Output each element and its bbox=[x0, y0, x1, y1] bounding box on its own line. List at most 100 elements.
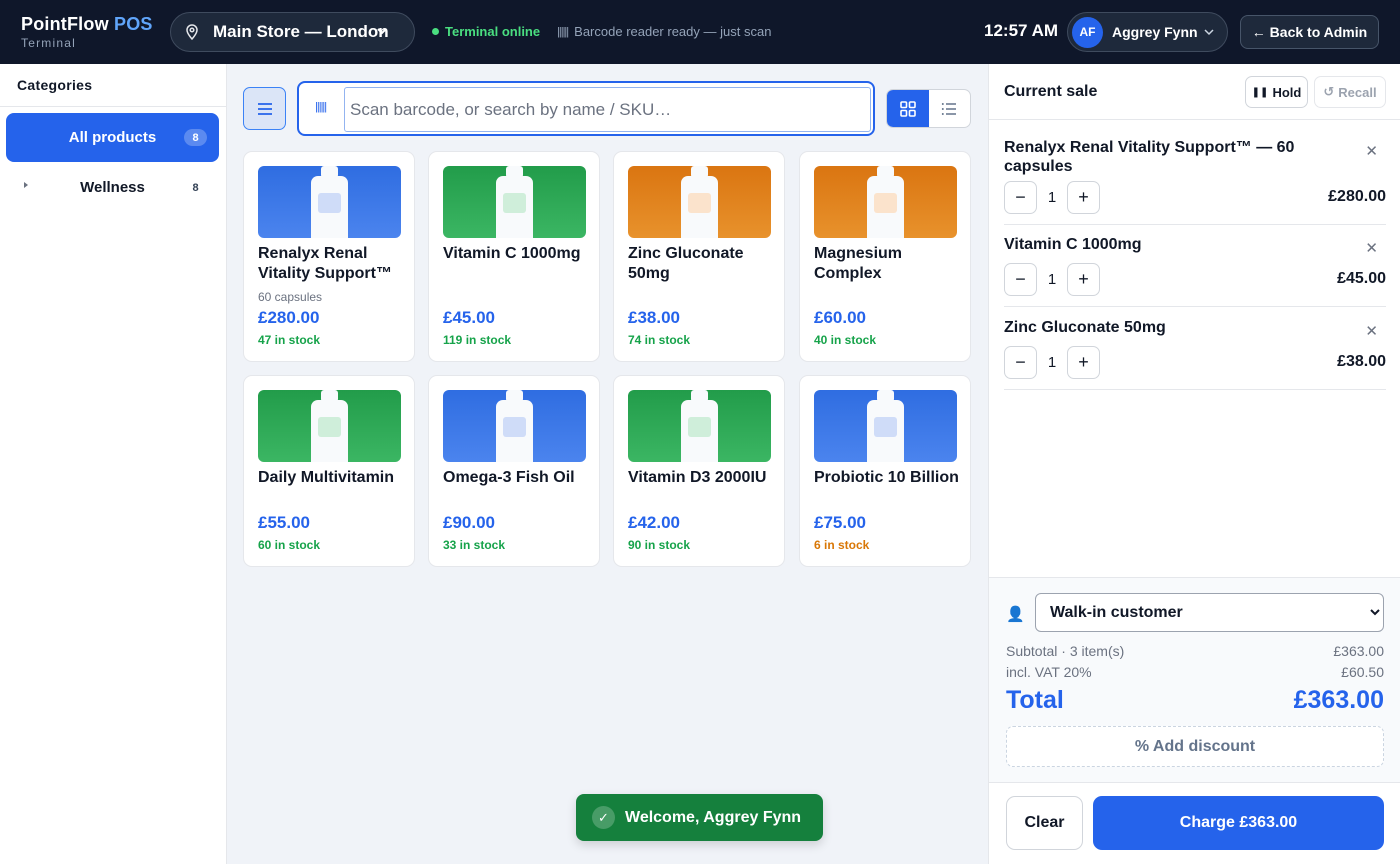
sidebar-item-all-products[interactable]: All products 8 bbox=[6, 113, 219, 162]
product-stock: 74 in stock bbox=[628, 333, 691, 347]
remove-item-icon[interactable]: ✕ bbox=[1365, 239, 1378, 257]
store-name: Main Store — London bbox=[213, 22, 389, 41]
product-price: £280.00 bbox=[258, 308, 320, 327]
cart-line-name: Renalyx Renal Vitality Support™ — 60 cap… bbox=[1004, 139, 1295, 175]
sidebar-item-wellness[interactable]: Wellness 8 bbox=[6, 163, 219, 212]
brand-subtitle: Terminal bbox=[21, 36, 76, 50]
clear-button[interactable]: Clear bbox=[1006, 796, 1083, 850]
product-image bbox=[628, 390, 771, 462]
welcome-toast: ✓ Welcome, Aggrey Fynn bbox=[576, 794, 823, 841]
product-price: £45.00 bbox=[443, 308, 495, 327]
total-label: Total bbox=[1006, 686, 1064, 714]
product-name: Daily Multivitamin bbox=[258, 469, 395, 486]
product-name: Zinc Gluconate 50mg bbox=[628, 245, 744, 282]
quantity-value: 1 bbox=[1047, 271, 1057, 288]
caret-right-icon[interactable] bbox=[24, 182, 28, 188]
product-image bbox=[814, 390, 957, 462]
product-subtitle: 60 capsules bbox=[258, 290, 323, 304]
user-menu[interactable]: AF Aggrey Fynn bbox=[1067, 12, 1228, 52]
add-discount-button[interactable]: % Add discount bbox=[1006, 726, 1384, 767]
bottle-label bbox=[688, 193, 711, 213]
check-icon: ✓ bbox=[592, 806, 615, 829]
increase-button[interactable]: + bbox=[1067, 263, 1100, 296]
cart-line-price: £45.00 bbox=[1337, 270, 1386, 287]
bottle-cap bbox=[877, 166, 894, 178]
bottle-icon bbox=[681, 390, 718, 462]
bottle-cap bbox=[321, 166, 338, 178]
product-image bbox=[628, 166, 771, 238]
product-stock: 90 in stock bbox=[628, 538, 691, 552]
increase-button[interactable]: + bbox=[1067, 346, 1100, 379]
chevron-down-icon bbox=[1204, 29, 1214, 36]
status-dot-icon bbox=[432, 28, 439, 35]
increase-button[interactable]: + bbox=[1067, 181, 1100, 214]
product-card[interactable]: Omega-3 Fish Oil £90.00 33 in stock bbox=[428, 375, 600, 567]
search-box: |||||| bbox=[297, 81, 875, 136]
product-image bbox=[258, 390, 401, 462]
bottle-cap bbox=[321, 390, 338, 402]
bottle-cap bbox=[506, 166, 523, 178]
bottle-icon bbox=[867, 390, 904, 462]
product-card[interactable]: Vitamin D3 2000IU £42.00 90 in stock bbox=[613, 375, 785, 567]
hold-button[interactable]: ❚❚ Hold bbox=[1245, 76, 1308, 108]
product-stock: 47 in stock bbox=[258, 333, 321, 347]
cart-line: Zinc Gluconate 50mg ✕ − 1 + £38.00 bbox=[1004, 318, 1386, 390]
product-name: Omega-3 Fish Oil bbox=[443, 469, 575, 486]
decrease-button[interactable]: − bbox=[1004, 263, 1037, 296]
decrease-button[interactable]: − bbox=[1004, 346, 1037, 379]
bottle-icon bbox=[681, 166, 718, 238]
bottle-label bbox=[688, 417, 711, 437]
cart-summary: 👤 Walk-in customer Subtotal · 3 item(s) … bbox=[989, 577, 1400, 782]
product-price: £60.00 bbox=[814, 308, 866, 327]
quantity-value: 1 bbox=[1047, 354, 1057, 371]
product-card[interactable]: Daily Multivitamin £55.00 60 in stock bbox=[243, 375, 415, 567]
cart-title: Current sale bbox=[1004, 83, 1098, 100]
customer-select[interactable]: Walk-in customer bbox=[1035, 593, 1384, 632]
grid-view-button[interactable] bbox=[887, 90, 929, 127]
remove-item-icon[interactable]: ✕ bbox=[1365, 142, 1378, 160]
charge-button[interactable]: Charge £363.00 bbox=[1093, 796, 1384, 850]
cart-panel: Current sale ❚❚ Hold ↺ Recall Renalyx Rena… bbox=[988, 64, 1400, 864]
product-stock: 33 in stock bbox=[443, 538, 506, 552]
subtotal-value: £363.00 bbox=[1333, 643, 1384, 659]
list-view-button[interactable] bbox=[929, 90, 971, 127]
location-pin-icon bbox=[186, 24, 198, 40]
product-card[interactable]: Probiotic 10 Billion £75.00 6 in stock bbox=[799, 375, 971, 567]
product-stock: 60 in stock bbox=[258, 538, 321, 552]
product-price: £90.00 bbox=[443, 513, 495, 532]
toast-message: Welcome, Aggrey Fynn bbox=[625, 808, 802, 826]
cart-line-name: Zinc Gluconate 50mg bbox=[1004, 319, 1166, 336]
quantity-value: 1 bbox=[1047, 189, 1057, 206]
brand-name: PointFlow POS bbox=[21, 14, 153, 34]
product-card[interactable]: Vitamin C 1000mg £45.00 119 in stock bbox=[428, 151, 600, 362]
bottle-cap bbox=[506, 390, 523, 402]
menu-toggle-button[interactable] bbox=[243, 87, 286, 130]
barcode-icon: |||||| bbox=[557, 25, 569, 38]
bottle-cap bbox=[691, 390, 708, 402]
remove-item-icon[interactable]: ✕ bbox=[1365, 322, 1378, 340]
product-price: £38.00 bbox=[628, 308, 680, 327]
cart-line: Vitamin C 1000mg ✕ − 1 + £45.00 bbox=[1004, 235, 1386, 307]
top-bar: PointFlow POS Terminal Main Store — Lond… bbox=[0, 0, 1400, 64]
bottle-cap bbox=[877, 390, 894, 402]
terminal-status: Terminal online bbox=[432, 24, 540, 39]
barcode-icon: |||||| bbox=[315, 101, 327, 113]
store-selector[interactable]: Main Store — London bbox=[170, 12, 415, 52]
barcode-status: |||||| Barcode reader ready — just scan bbox=[557, 24, 772, 39]
bottle-icon bbox=[311, 166, 348, 238]
recall-button[interactable]: ↺ Recall bbox=[1314, 76, 1386, 108]
product-card[interactable]: Magnesium Complex £60.00 40 in stock bbox=[799, 151, 971, 362]
quantity-stepper: − 1 + bbox=[1004, 346, 1100, 379]
bottle-label bbox=[503, 417, 526, 437]
sidebar-item-label: All products bbox=[68, 129, 157, 146]
decrease-button[interactable]: − bbox=[1004, 181, 1037, 214]
total-row: Total £363.00 bbox=[1006, 686, 1384, 715]
user-name: Aggrey Fynn bbox=[1112, 24, 1198, 40]
avatar: AF bbox=[1072, 16, 1103, 48]
divider bbox=[0, 106, 227, 107]
product-price: £55.00 bbox=[258, 513, 310, 532]
product-card[interactable]: Renalyx Renal Vitality Support™ 60 capsul… bbox=[243, 151, 415, 362]
product-card[interactable]: Zinc Gluconate 50mg £38.00 74 in stock bbox=[613, 151, 785, 362]
search-input[interactable] bbox=[344, 87, 871, 132]
back-to-admin-button[interactable]: ← Back to Admin bbox=[1240, 15, 1379, 49]
